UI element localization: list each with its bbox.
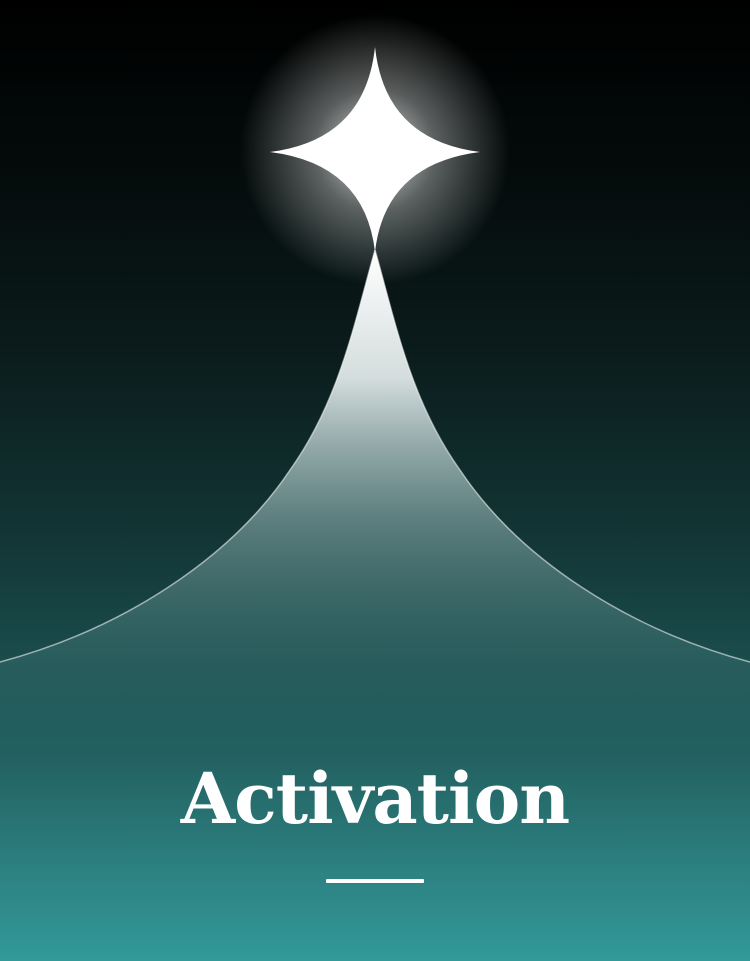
activation-poster: Activation (0, 0, 750, 961)
title-underline (326, 879, 424, 883)
light-beam-trail (0, 250, 750, 760)
poster-title: Activation (180, 757, 570, 840)
